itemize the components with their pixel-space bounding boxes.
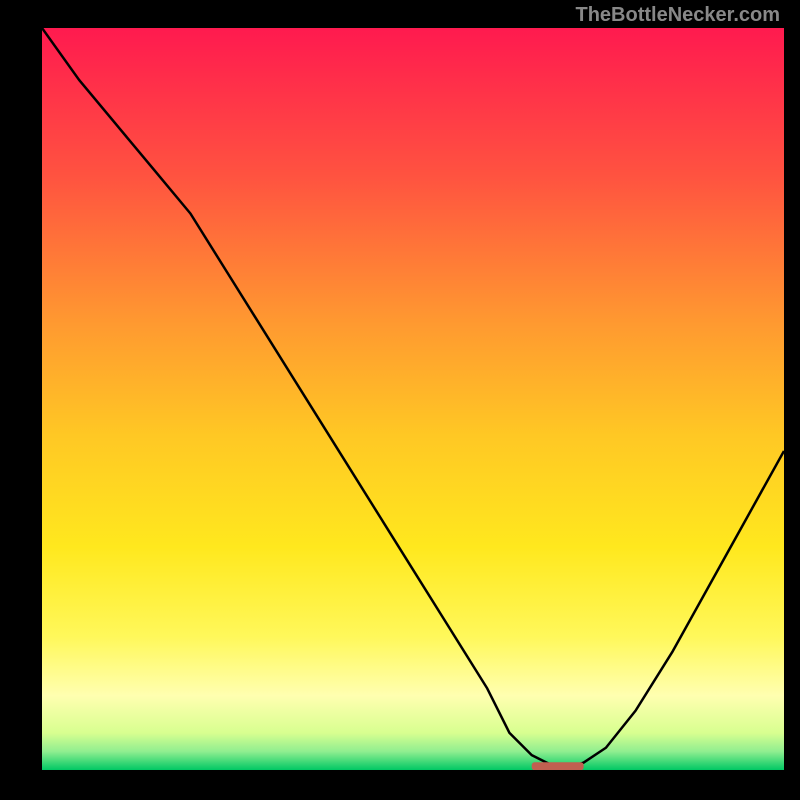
watermark-text: TheBottleNecker.com <box>575 4 780 27</box>
plot-area <box>42 28 784 770</box>
optimal-marker <box>532 762 584 770</box>
gradient-background <box>42 28 784 770</box>
chart-container: TheBottleNecker.com <box>0 0 800 800</box>
chart-svg <box>42 28 784 770</box>
